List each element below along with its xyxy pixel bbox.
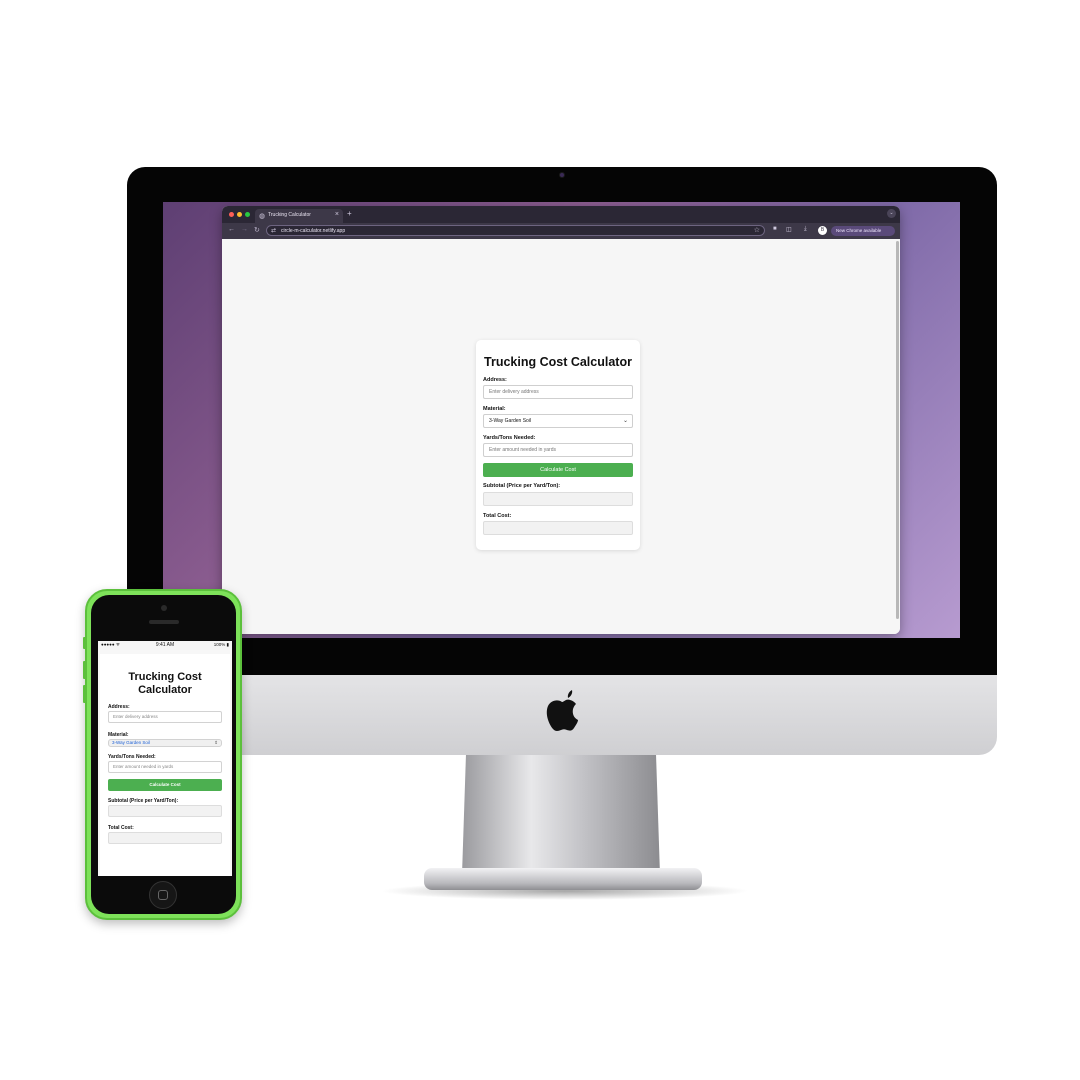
forward-arrow-icon[interactable]: → <box>241 226 248 233</box>
chrome-update-label: New Chrome available <box>836 228 882 233</box>
material-selected-value: 3-Way Garden Soil <box>489 418 532 424</box>
front-camera <box>161 605 167 611</box>
mobile-subtotal-label: Subtotal (Price per Yard/Ton): <box>108 798 179 804</box>
mute-switch <box>83 637 86 649</box>
new-tab-button[interactable]: + <box>347 209 352 218</box>
chevron-down-icon: ⌄ <box>622 418 628 424</box>
iphone-device: ●●●●● ᯤ 9:41 AM 100% ▮ Trucking Cost Cal… <box>83 589 242 920</box>
mobile-address-placeholder: Enter delivery address <box>113 714 158 719</box>
status-bar: ●●●●● ᯤ 9:41 AM 100% ▮ <box>98 641 232 650</box>
subtotal-output <box>483 492 633 506</box>
back-arrow-icon[interactable]: ← <box>228 226 235 233</box>
bookmark-star-icon[interactable]: ☆ <box>754 226 760 234</box>
amount-label: Yards/Tons Needed: <box>483 435 536 441</box>
mobile-amount-label: Yards/Tons Needed: <box>108 754 156 760</box>
download-icon[interactable]: ⤓ <box>804 226 807 233</box>
mobile-address-input[interactable]: Enter delivery address <box>108 711 222 723</box>
calculator-card: Trucking Cost Calculator Address: Enter … <box>476 340 640 550</box>
close-window-button[interactable] <box>229 212 234 217</box>
tab-close-icon[interactable]: × <box>335 211 339 218</box>
mobile-page: Trucking Cost Calculator Address: Enter … <box>98 650 232 876</box>
site-info-icon[interactable]: ⇄ <box>271 227 276 234</box>
browser-toolbar: ← → ↻ ⇄ circle-m-calculator.netlify.app … <box>222 223 900 239</box>
mobile-material-label: Material: <box>108 732 129 738</box>
minimize-window-button[interactable] <box>237 212 242 217</box>
earpiece-speaker <box>149 620 179 624</box>
total-label: Total Cost: <box>483 513 512 519</box>
material-label: Material: <box>483 406 506 412</box>
page-viewport: Trucking Cost Calculator Address: Enter … <box>222 239 900 634</box>
mobile-title-line2: Calculator <box>138 684 192 696</box>
mobile-title-line1: Trucking Cost <box>128 671 202 683</box>
profile-avatar-icon[interactable]: B <box>818 226 827 235</box>
mobile-calculator-title: Trucking Cost Calculator <box>100 671 230 697</box>
amount-placeholder: Enter amount needed in yards <box>489 447 556 453</box>
mobile-amount-placeholder: Enter amount needed in yards <box>113 764 174 769</box>
home-button[interactable] <box>149 881 177 909</box>
mobile-material-select[interactable]: 3-Way Garden Soil ⇕ <box>108 739 222 747</box>
battery-icon: 100% ▮ <box>213 642 229 647</box>
mobile-amount-input[interactable]: Enter amount needed in yards <box>108 761 222 773</box>
mobile-total-label: Total Cost: <box>108 825 134 831</box>
puzzle-icon[interactable]: ◫ <box>786 226 792 233</box>
volume-up-button <box>83 661 86 679</box>
address-bar-url: circle-m-calculator.netlify.app <box>281 228 346 234</box>
calculator-title: Trucking Cost Calculator <box>484 355 632 369</box>
status-time: 9:41 AM <box>155 642 175 648</box>
mobile-calculator-card: Trucking Cost Calculator Address: Enter … <box>100 654 230 876</box>
volume-down-button <box>83 685 86 703</box>
imac-stand-neck <box>462 755 660 875</box>
imac-stand-foot <box>424 868 702 890</box>
maximize-window-button[interactable] <box>245 212 250 217</box>
mobile-subtotal-output <box>108 805 222 817</box>
vertical-scrollbar[interactable] <box>896 241 899 619</box>
reload-icon[interactable]: ↻ <box>254 226 260 234</box>
tab-search-icon[interactable]: ⌄ <box>887 209 896 218</box>
updown-chevron-icon: ⇕ <box>214 740 218 745</box>
calculate-cost-button[interactable]: Calculate Cost <box>483 463 633 477</box>
tab-bar: ◍ Trucking Calculator × + ⌄ <box>222 206 900 223</box>
imac-screen: ◍ Trucking Calculator × + ⌄ ← → ↻ ⇄ circ… <box>163 202 960 638</box>
extension-icon[interactable]: ■ <box>773 226 777 232</box>
mockup-stage: ◍ Trucking Calculator × + ⌄ ← → ↻ ⇄ circ… <box>0 0 1080 1080</box>
iphone-screen: ●●●●● ᯤ 9:41 AM 100% ▮ Trucking Cost Cal… <box>98 641 232 876</box>
address-input[interactable]: Enter delivery address <box>483 385 633 399</box>
mobile-calculate-cost-button[interactable]: Calculate Cost <box>108 779 222 791</box>
chrome-update-button[interactable]: New Chrome available <box>831 226 895 236</box>
mobile-total-output <box>108 832 222 844</box>
imac-camera <box>559 172 565 178</box>
home-button-square <box>158 890 168 900</box>
globe-icon: ◍ <box>259 213 266 220</box>
subtotal-label: Subtotal (Price per Yard/Ton): <box>483 483 561 489</box>
mobile-material-selected-value: 3-Way Garden Soil <box>112 740 150 745</box>
material-select[interactable]: 3-Way Garden Soil ⌄ <box>483 414 633 428</box>
browser-window: ◍ Trucking Calculator × + ⌄ ← → ↻ ⇄ circ… <box>222 206 900 634</box>
total-output <box>483 521 633 535</box>
mobile-address-label: Address: <box>108 704 130 710</box>
address-placeholder: Enter delivery address <box>489 389 539 395</box>
tab-title: Trucking Calculator <box>268 212 311 218</box>
browser-tab[interactable]: ◍ Trucking Calculator × <box>255 209 343 223</box>
address-label: Address: <box>483 377 507 383</box>
address-bar[interactable]: ⇄ circle-m-calculator.netlify.app ☆ <box>266 225 765 236</box>
amount-input[interactable]: Enter amount needed in yards <box>483 443 633 457</box>
apple-logo-icon <box>546 690 578 731</box>
